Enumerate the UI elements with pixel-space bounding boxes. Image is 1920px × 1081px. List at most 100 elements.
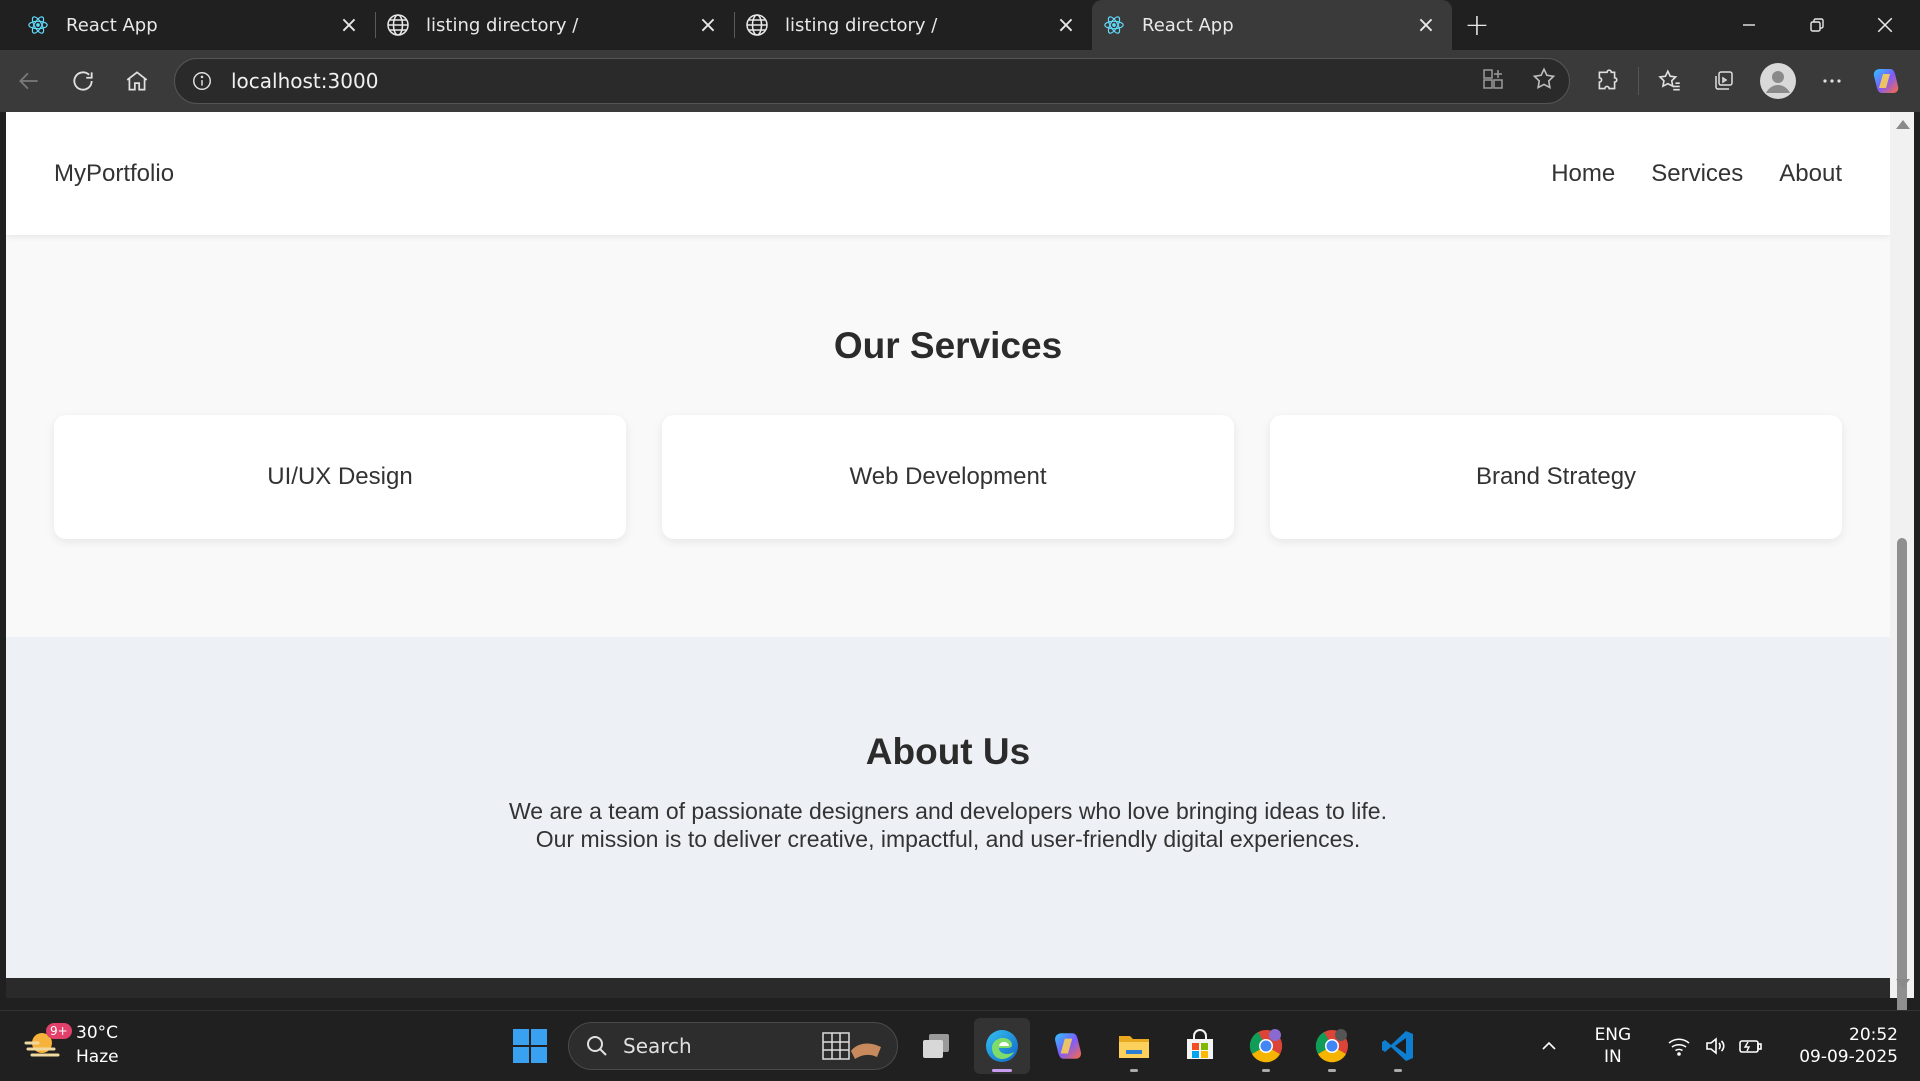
site-logo[interactable]: MyPortfolio <box>54 160 174 188</box>
collections-icon <box>1715 71 1733 90</box>
running-indicator <box>1394 1069 1402 1072</box>
nav-link-home[interactable]: Home <box>1551 160 1615 188</box>
tab-title: listing directory / <box>785 14 938 36</box>
vscode-icon <box>1382 1031 1413 1061</box>
search-highlight-icon <box>822 1032 881 1060</box>
tab-title: React App <box>1142 14 1234 36</box>
start-button[interactable] <box>502 1018 558 1074</box>
site-nav: Home Services About <box>1551 160 1842 188</box>
extensions-button[interactable] <box>1580 56 1634 106</box>
tab-react-app-2[interactable]: React App × <box>1092 0 1452 50</box>
globe-icon <box>745 13 769 37</box>
chevron-up-icon[interactable] <box>1533 1030 1565 1062</box>
service-card-brand: Brand Strategy <box>1270 415 1842 539</box>
tab-react-app-1[interactable]: React App × <box>0 0 375 50</box>
tab-title: React App <box>66 14 158 36</box>
volume-icon[interactable] <box>1699 1030 1731 1062</box>
active-indicator <box>992 1069 1012 1072</box>
weather-temp: 30°C <box>76 1023 119 1043</box>
app-available-icon[interactable] <box>1481 67 1505 96</box>
running-indicator <box>1130 1069 1138 1072</box>
favorites-button[interactable] <box>1643 56 1697 106</box>
refresh-icon <box>73 71 93 91</box>
favorites-icon <box>1658 69 1680 91</box>
running-indicator <box>1328 1069 1336 1072</box>
taskbar-file-explorer[interactable] <box>1106 1018 1162 1074</box>
profile-button[interactable] <box>1751 56 1805 106</box>
taskbar-apps: Search <box>502 1017 1426 1075</box>
home-button[interactable] <box>110 56 164 106</box>
close-icon <box>1877 17 1893 33</box>
task-view-icon <box>923 1034 949 1058</box>
wifi-icon[interactable] <box>1663 1030 1695 1062</box>
react-icon <box>26 13 50 37</box>
battery-icon[interactable] <box>1735 1030 1767 1062</box>
service-cards: UI/UX Design Web Development Brand Strat… <box>54 415 1842 539</box>
scroll-up-arrow-icon[interactable] <box>1896 120 1910 129</box>
react-icon <box>1102 13 1126 37</box>
chrome-icon <box>1249 1029 1283 1063</box>
tab-listing-directory-2[interactable]: listing directory / × <box>735 0 1092 50</box>
search-label: Search <box>623 1034 692 1058</box>
taskbar-edge[interactable] <box>974 1018 1030 1074</box>
clock[interactable]: 20:52 09-09-2025 <box>1799 1024 1898 1068</box>
about-text: We are a team of passionate designers an… <box>509 798 1387 852</box>
taskbar-store[interactable] <box>1172 1018 1228 1074</box>
search-icon <box>587 1036 607 1056</box>
service-card-web-dev: Web Development <box>662 415 1234 539</box>
nav-link-about[interactable]: About <box>1779 160 1842 188</box>
taskbar-chrome-2[interactable] <box>1304 1018 1360 1074</box>
browser-toolbar: localhost:3000 <box>0 50 1920 112</box>
taskbar-copilot[interactable] <box>1040 1018 1096 1074</box>
edge-icon <box>986 1030 1018 1062</box>
restore-icon <box>1810 18 1824 32</box>
page-bottom-strip <box>6 978 1890 998</box>
tab-listing-directory-1[interactable]: listing directory / × <box>376 0 734 50</box>
service-card-uiux: UI/UX Design <box>54 415 626 539</box>
system-tray: ENG IN 20:52 09-09-2025 <box>1531 1011 1920 1081</box>
about-section: About Us We are a team of passionate des… <box>6 637 1890 978</box>
task-view-button[interactable] <box>908 1018 964 1074</box>
more-button[interactable] <box>1805 56 1859 106</box>
address-bar-actions <box>1481 59 1557 103</box>
page-scrollbar[interactable] <box>1890 112 1914 1038</box>
taskbar-chrome-1[interactable] <box>1238 1018 1294 1074</box>
taskbar-search[interactable]: Search <box>568 1022 898 1070</box>
scroll-down-arrow-icon[interactable] <box>1896 979 1910 988</box>
favorite-star-icon[interactable] <box>1531 66 1557 97</box>
weather-widget[interactable]: 9+ 30°C Haze <box>24 1021 119 1069</box>
close-icon[interactable]: × <box>696 13 720 38</box>
copilot-button[interactable] <box>1859 56 1913 106</box>
address-bar[interactable]: localhost:3000 <box>174 58 1570 104</box>
copilot-icon <box>1873 69 1899 93</box>
tab-bar: React App × listing directory / × listin… <box>0 0 1920 50</box>
minimize-button[interactable] <box>1714 0 1784 50</box>
taskbar-vscode[interactable] <box>1370 1018 1426 1074</box>
windows-taskbar: 9+ 30°C Haze Search ENG IN 20:52 09-09-2… <box>0 1010 1920 1080</box>
close-icon[interactable]: × <box>1054 13 1078 38</box>
back-button[interactable] <box>2 56 56 106</box>
minimize-icon <box>1743 24 1755 26</box>
refresh-button[interactable] <box>56 56 110 106</box>
globe-icon <box>386 13 410 37</box>
close-window-button[interactable] <box>1850 0 1920 50</box>
tab-title: listing directory / <box>426 14 579 36</box>
collections-button[interactable] <box>1697 56 1751 106</box>
language-indicator[interactable]: ENG IN <box>1595 1024 1632 1068</box>
nav-link-services[interactable]: Services <box>1651 160 1743 188</box>
avatar-icon <box>1760 63 1796 99</box>
close-icon[interactable]: × <box>1414 13 1438 38</box>
scrollbar-thumb[interactable] <box>1897 538 1907 1038</box>
toolbar-divider <box>1638 67 1639 95</box>
close-icon[interactable]: × <box>337 13 361 38</box>
info-icon[interactable] <box>189 68 215 94</box>
url-text[interactable]: localhost:3000 <box>231 69 378 93</box>
arrow-left-icon <box>19 72 38 90</box>
new-tab-button[interactable]: + <box>1452 0 1502 50</box>
restore-button[interactable] <box>1782 0 1852 50</box>
windows-logo-icon <box>513 1029 547 1063</box>
toolbar-right <box>1580 50 1913 112</box>
page-viewport: MyPortfolio Home Services About Our Serv… <box>6 112 1890 978</box>
lang-code: ENG <box>1594 1025 1632 1045</box>
folder-icon <box>1119 1036 1149 1058</box>
